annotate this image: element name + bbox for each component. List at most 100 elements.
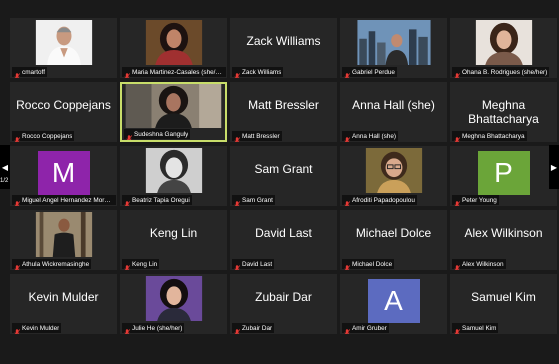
mic-muted-icon: [454, 260, 461, 270]
next-page-button[interactable]: ▶: [549, 145, 559, 189]
participant-name-tag: Anna Hall (she): [342, 131, 399, 142]
participant-video: [474, 20, 534, 65]
participant-name-label: Maria Martinez-Casales (she/her): [132, 68, 224, 76]
participant-display-name: Samuel Kim: [471, 290, 536, 304]
mic-muted-icon: [14, 196, 21, 206]
participant-tile[interactable]: Meghna Bhattacharya Meghna Bhattacharya: [450, 82, 557, 142]
participant-name-label: Gabriel Perdue: [352, 68, 395, 76]
participant-video: [34, 212, 94, 257]
participant-name-tag: Zubair Dar: [232, 323, 275, 334]
participant-name-tag: Beatriz Tapia Oregui: [122, 195, 192, 206]
participant-video: [364, 148, 424, 193]
participant-display-name: Kevin Mulder: [28, 290, 99, 304]
participant-name-tag: Keng Lin: [122, 259, 160, 270]
participant-tile[interactable]: David Last David Last: [230, 210, 337, 270]
mic-muted-icon: [234, 132, 241, 142]
participant-name-tag: Kevin Mulder: [12, 323, 62, 334]
participant-name-label: Meghna Bhattacharya: [462, 132, 525, 140]
mic-muted-icon: [124, 68, 131, 78]
participant-video: [34, 20, 94, 65]
participant-video: [144, 276, 204, 321]
mic-muted-icon: [344, 132, 351, 142]
participant-tile[interactable]: Keng Lin Keng Lin: [120, 210, 227, 270]
participant-name-label: Beatriz Tapia Oregui: [132, 196, 190, 204]
participant-display-name: Matt Bressler: [248, 98, 319, 112]
participant-name-label: Sudeshna Ganguly: [134, 130, 189, 138]
participant-tile[interactable]: Matt Bressler Matt Bressler: [230, 82, 337, 142]
participant-tile[interactable]: Sudeshna Ganguly: [120, 82, 227, 142]
page-indicator: 1/2: [0, 178, 9, 184]
participant-tile[interactable]: Sam Grant Sam Grant: [230, 146, 337, 206]
participant-tile[interactable]: Maria Martinez-Casales (she/her): [120, 18, 227, 78]
mic-muted-icon: [234, 196, 241, 206]
participant-name-tag: Athula Wickremasinghe: [12, 259, 92, 270]
participant-tile[interactable]: Michael Dolce Michael Dolce: [340, 210, 447, 270]
participant-name-tag: Gabriel Perdue: [342, 67, 397, 78]
chevron-right-icon: ▶: [550, 162, 558, 172]
participant-name-label: Zack Williams: [242, 68, 282, 76]
participant-name-label: Alex Wilkinson: [462, 260, 504, 268]
participant-tile[interactable]: Gabriel Perdue: [340, 18, 447, 78]
participant-display-name: Anna Hall (she): [352, 98, 435, 112]
mic-muted-icon: [234, 68, 241, 78]
participant-name-tag: Julie He (she/her): [122, 323, 185, 334]
mic-muted-icon: [454, 132, 461, 142]
participant-display-name: Zack Williams: [246, 34, 321, 48]
participant-tile[interactable]: Athula Wickremasinghe: [10, 210, 117, 270]
mic-muted-icon: [14, 132, 21, 142]
participant-tile[interactable]: cmartoff: [10, 18, 117, 78]
participant-name-tag: Michael Dolce: [342, 259, 395, 270]
participant-name-label: Amir Gruber: [352, 324, 387, 332]
participant-tile[interactable]: Alex Wilkinson Alex Wilkinson: [450, 210, 557, 270]
participant-avatar: P: [477, 151, 530, 195]
participant-name-tag: Afroditi Papadopoulou: [342, 195, 417, 206]
participant-name-label: Rocco Coppejans: [22, 132, 73, 140]
participant-tile[interactable]: P Peter Young: [450, 146, 557, 206]
participant-tile[interactable]: Rocco Coppejans Rocco Coppejans: [10, 82, 117, 142]
participant-name-label: Julie He (she/her): [132, 324, 183, 332]
mic-muted-icon: [344, 260, 351, 270]
participant-tile[interactable]: Ohana B. Rodrigues (she/her): [450, 18, 557, 78]
participant-name-label: Kevin Mulder: [22, 324, 60, 332]
participant-tile[interactable]: Zack Williams Zack Williams: [230, 18, 337, 78]
mic-muted-icon: [454, 68, 461, 78]
participant-tile[interactable]: Samuel Kim Samuel Kim: [450, 274, 557, 334]
participant-name-tag: Rocco Coppejans: [12, 131, 75, 142]
participant-display-name: Keng Lin: [149, 226, 198, 240]
participant-name-label: David Last: [242, 260, 273, 268]
participant-name-tag: cmartoff: [12, 67, 47, 78]
participant-name-label: Miguel Angel Hernandez Morales: [22, 196, 114, 204]
mic-muted-icon: [344, 324, 351, 334]
participant-name-label: Athula Wickremasinghe: [22, 260, 90, 268]
participant-name-label: Peter Young: [462, 196, 497, 204]
participant-tile[interactable]: Beatriz Tapia Oregui: [120, 146, 227, 206]
participant-name-label: Zubair Dar: [242, 324, 273, 332]
participant-name-tag: Sam Grant: [232, 195, 275, 206]
participant-tile[interactable]: Afroditi Papadopoulou: [340, 146, 447, 206]
mic-muted-icon: [234, 324, 241, 334]
participant-name-tag: Matt Bressler: [232, 131, 282, 142]
participant-tile[interactable]: Zubair Dar Zubair Dar: [230, 274, 337, 334]
mic-muted-icon: [454, 324, 461, 334]
participant-tile[interactable]: A Amir Gruber: [340, 274, 447, 334]
participant-name-tag: Zack Williams: [232, 67, 284, 78]
participant-display-name: Alex Wilkinson: [464, 226, 543, 240]
participant-avatar: A: [367, 279, 420, 323]
participant-tile[interactable]: Anna Hall (she) Anna Hall (she): [340, 82, 447, 142]
participant-tile[interactable]: Kevin Mulder Kevin Mulder: [10, 274, 117, 334]
participant-display-name: Sam Grant: [254, 162, 313, 176]
participant-name-tag: Samuel Kim: [452, 323, 499, 334]
participant-name-label: Keng Lin: [132, 260, 158, 268]
participant-name-tag: Meghna Bhattacharya: [452, 131, 527, 142]
participant-display-name: Zubair Dar: [255, 290, 312, 304]
participant-display-name: Meghna Bhattacharya: [468, 98, 539, 126]
mic-muted-icon: [14, 324, 21, 334]
participant-tile[interactable]: M Miguel Angel Hernandez Morales: [10, 146, 117, 206]
participant-name-label: Samuel Kim: [462, 324, 497, 332]
mic-muted-icon: [124, 324, 131, 334]
mic-muted-icon: [126, 130, 133, 140]
participant-tile[interactable]: Julie He (she/her): [120, 274, 227, 334]
participant-name-tag: Peter Young: [452, 195, 499, 206]
participant-name-label: Afroditi Papadopoulou: [352, 196, 415, 204]
mic-muted-icon: [14, 260, 21, 270]
